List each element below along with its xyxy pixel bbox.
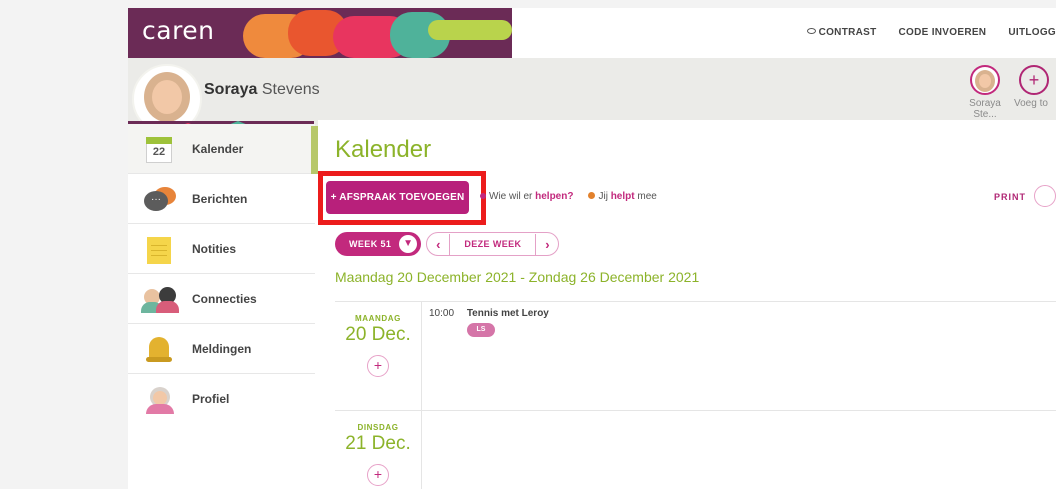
help-wanted-filter[interactable]: Wie wil er helpen?	[480, 191, 573, 202]
help-wanted-prefix: Wie wil er	[489, 191, 533, 202]
user-name: Soraya Stevens	[204, 81, 320, 99]
help-filters: Wie wil er helpen? Jij helpt mee	[480, 191, 657, 202]
add-profile-label: Voeg to	[1014, 98, 1048, 109]
sidebar-item-label: Notities	[192, 242, 237, 256]
face-shape	[979, 74, 991, 88]
chat-bubble-front: ···	[144, 191, 168, 211]
day-date: 21 Dec.	[345, 433, 411, 454]
app-window: caren CONTRAST CODE INVOEREN UITLOGG Sor…	[128, 8, 1056, 489]
people-icon	[141, 287, 179, 313]
calendar-day-number: 22	[152, 146, 166, 158]
face-shape	[152, 80, 182, 114]
profile-face	[153, 391, 167, 405]
i-help-filter[interactable]: Jij helpt mee	[588, 191, 657, 202]
eye-icon	[806, 28, 816, 34]
bell-rim	[146, 357, 172, 362]
add-appointment-button[interactable]: + AFSPRAAK TOEVOEGEN	[326, 181, 469, 214]
chevron-down-icon: ▼	[399, 235, 418, 253]
event-title: Tennis met Leroy	[466, 308, 549, 319]
day-name: DINSDAG	[357, 423, 399, 432]
sidebar-item-label: Meldingen	[192, 342, 252, 356]
calendar-event[interactable]: 10:00 Tennis met Leroy LS	[429, 308, 549, 337]
sidebar-item-notities[interactable]: Notities	[128, 224, 315, 274]
pink-dot-icon	[480, 193, 486, 199]
calendar-icon: 22	[144, 137, 176, 163]
day-column: DINSDAG 21 Dec. +	[335, 411, 422, 489]
i-help-prefix: Jij	[598, 191, 608, 202]
brand-banner[interactable]: caren	[128, 8, 512, 58]
profile-avatar-icon	[970, 65, 1000, 95]
add-profile[interactable]: + Voeg to	[1014, 65, 1056, 109]
user-last-name: Stevens	[261, 81, 320, 98]
logout-link[interactable]: UITLOGG	[1008, 27, 1056, 38]
printer-icon	[1034, 185, 1056, 207]
code-link[interactable]: CODE INVOEREN	[899, 27, 987, 38]
profile-icon	[144, 387, 176, 414]
profile-body	[146, 404, 174, 414]
sidebar-item-label: Kalender	[192, 142, 244, 156]
event-time: 10:00	[429, 308, 455, 319]
add-event-button[interactable]: +	[367, 355, 389, 377]
calendar-header	[146, 137, 172, 144]
day-row: MAANDAG 20 Dec. + 10:00 Tennis met Leroy…	[335, 301, 1056, 410]
week-select[interactable]: WEEK 51 ▼	[335, 232, 422, 256]
brand-logo: caren	[142, 16, 215, 45]
next-week-button[interactable]: ›	[536, 234, 558, 255]
user-first-name: Soraya	[204, 81, 258, 98]
sidebar-item-profiel[interactable]: Profiel	[128, 374, 315, 424]
sidebar-item-label: Berichten	[192, 192, 248, 206]
sidebar-item-kalender[interactable]: 22 Kalender	[128, 124, 315, 174]
day-date: 20 Dec.	[345, 324, 411, 345]
print-button[interactable]: PRINT	[994, 185, 1056, 207]
help-wanted-highlight: helpen?	[535, 191, 574, 202]
note-lines	[151, 245, 167, 246]
top-links: CONTRAST CODE INVOEREN UITLOGG	[806, 27, 1056, 38]
sidebar-item-connecties[interactable]: Connecties	[128, 274, 315, 324]
prev-week-button[interactable]: ‹	[427, 234, 449, 255]
day-column: MAANDAG 20 Dec. +	[335, 302, 422, 410]
day-name: MAANDAG	[355, 314, 401, 323]
sidebar-item-label: Profiel	[192, 392, 230, 406]
print-label: PRINT	[994, 192, 1026, 202]
main-content: Kalender + AFSPRAAK TOEVOEGEN Wie wil er…	[318, 120, 1056, 489]
page-title: Kalender	[335, 136, 432, 163]
contrast-label: CONTRAST	[818, 27, 877, 38]
person-body	[156, 301, 179, 313]
chat-icon: ···	[144, 187, 176, 213]
week-navigation: WEEK 51 ▼ ‹ DEZE WEEK ›	[335, 232, 560, 256]
date-range-title: Maandag 20 December 2021 - Zondag 26 Dec…	[335, 269, 700, 285]
orange-dot-icon	[588, 192, 596, 199]
notes-icon	[144, 237, 176, 264]
week-label: WEEK 51	[349, 239, 392, 249]
sidebar-item-label: Connecties	[192, 292, 257, 306]
decor-shape	[428, 20, 512, 40]
sidebar-item-meldingen[interactable]: Meldingen	[128, 324, 315, 374]
bell-icon	[144, 337, 176, 363]
i-help-highlight: helpt	[610, 191, 635, 202]
profile-current-label: Soraya Ste...	[969, 98, 1001, 120]
contrast-link[interactable]: CONTRAST	[806, 27, 877, 38]
profile-switch-current[interactable]: Soraya Ste...	[960, 65, 1010, 120]
top-bar: caren CONTRAST CODE INVOEREN UITLOGG	[128, 8, 1056, 58]
day-row: DINSDAG 21 Dec. +	[335, 410, 1056, 489]
i-help-suffix: mee	[637, 191, 657, 202]
add-event-button[interactable]: +	[367, 464, 389, 486]
active-indicator	[311, 126, 318, 174]
sidebar-item-berichten[interactable]: ··· Berichten	[128, 174, 315, 224]
plus-icon: +	[1019, 65, 1049, 95]
event-initials-badge: LS	[467, 323, 495, 337]
sidebar: 22 Kalender ··· Berichten Notities Conne…	[128, 124, 315, 489]
this-week-button[interactable]: DEZE WEEK	[449, 233, 537, 255]
note-sheet	[147, 237, 171, 264]
week-nav-group: ‹ DEZE WEEK ›	[426, 232, 560, 256]
